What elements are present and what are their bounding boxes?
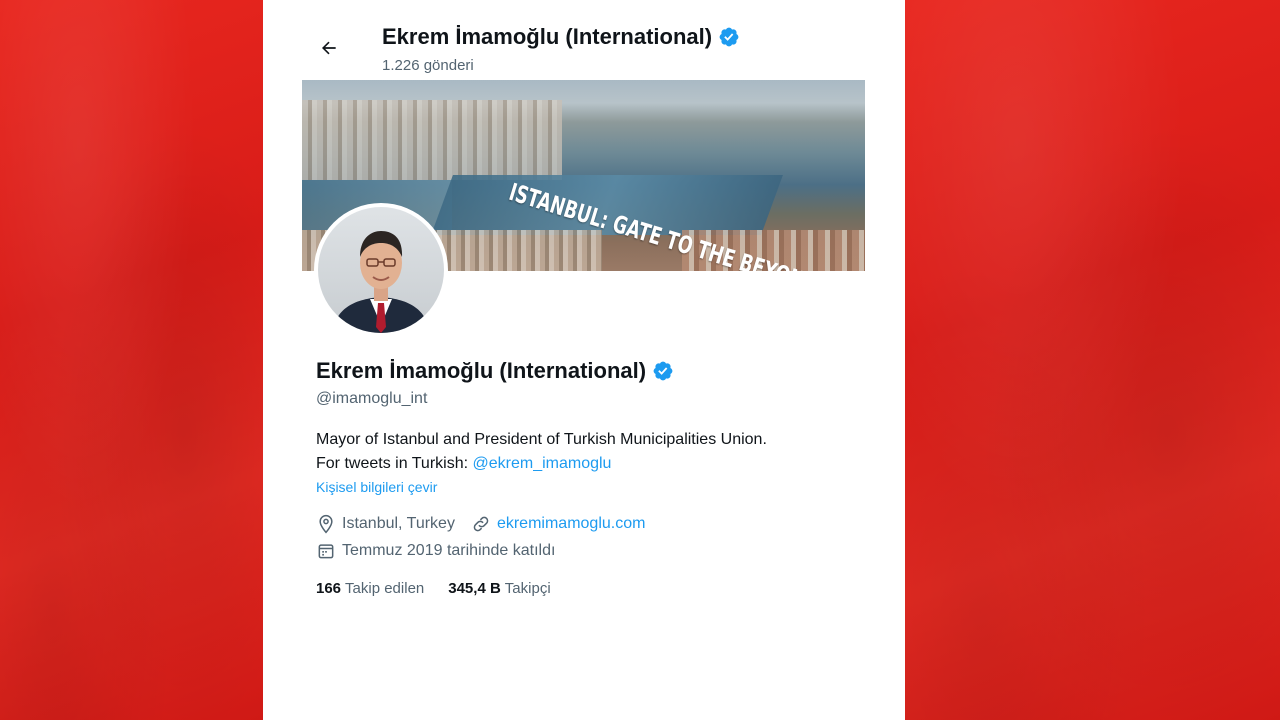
red-paper-background-left <box>0 0 263 720</box>
profile-website-link[interactable]: ekremimamoglu.com <box>497 515 645 533</box>
follow-stats: 166 Takip edilen 345,4 B Takipçi <box>316 580 551 597</box>
bio-line-1: Mayor of Istanbul and President of Turki… <box>316 431 767 448</box>
avatar-photo <box>318 207 444 333</box>
profile-location: Istanbul, Turkey <box>342 515 455 532</box>
bio-mention-link[interactable]: @ekrem_imamoglu <box>473 455 612 472</box>
following-label: Takip edilen <box>345 580 425 597</box>
red-paper-background-right <box>905 0 1280 720</box>
header-name-text: Ekrem İmamoğlu (International) <box>382 24 713 49</box>
bio-line-2: For tweets in Turkish: @ekrem_imamoglu <box>316 452 856 476</box>
back-button[interactable] <box>315 34 343 62</box>
avatar[interactable] <box>314 203 448 337</box>
link-icon <box>471 514 491 534</box>
profile-joined-date: Temmuz 2019 tarihinde katıldı <box>342 542 556 559</box>
profile-meta-location-website: Istanbul, Turkey ekremimamoglu.com <box>316 514 645 534</box>
profile-name: Ekrem İmamoğlu (International) <box>316 358 674 384</box>
arrow-left-icon <box>322 41 336 55</box>
profile-panel: Ekrem İmamoğlu (International) 1.226 gön… <box>263 0 905 720</box>
header-title: Ekrem İmamoğlu (International) <box>382 24 740 50</box>
followers-count: 345,4 B <box>448 580 501 597</box>
followers-link[interactable]: 345,4 B Takipçi <box>448 580 550 597</box>
following-count: 166 <box>316 580 342 597</box>
profile-meta-joined: Temmuz 2019 tarihinde katıldı <box>316 541 555 561</box>
person-portrait-icon <box>332 231 430 333</box>
verified-badge-icon[interactable] <box>652 360 674 382</box>
map-pin-icon <box>316 514 336 534</box>
bio-line-2-prefix: For tweets in Turkish: <box>316 455 473 472</box>
translate-bio-link[interactable]: Kişisel bilgileri çevir <box>316 479 437 495</box>
followers-label: Takipçi <box>504 580 551 597</box>
profile-handle: @imamoglu_int <box>316 390 428 407</box>
profile-name-text: Ekrem İmamoğlu (International) <box>316 358 647 383</box>
banner-city-skyline <box>302 100 562 180</box>
calendar-icon <box>316 541 336 561</box>
following-link[interactable]: 166 Takip edilen <box>316 580 424 597</box>
profile-bio: Mayor of Istanbul and President of Turki… <box>316 428 856 476</box>
verified-badge-icon <box>719 27 739 47</box>
post-count: 1.226 gönderi <box>382 57 474 74</box>
